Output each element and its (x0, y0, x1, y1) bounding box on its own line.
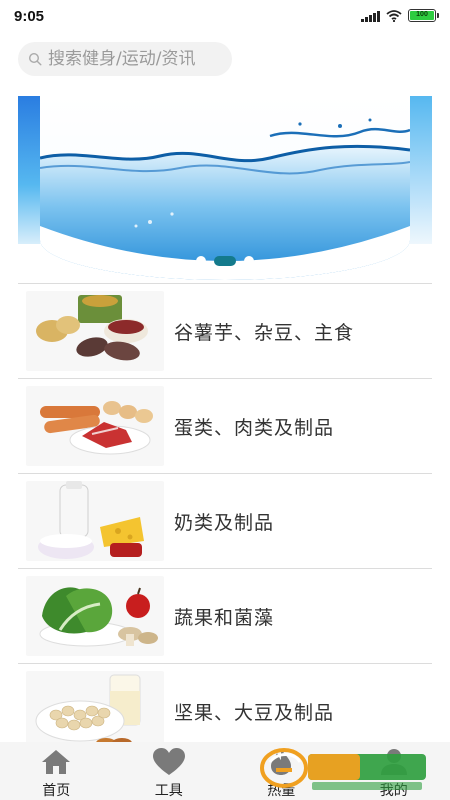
tab-home[interactable]: 首页 (0, 742, 113, 800)
tab-label: 热量 (267, 783, 296, 799)
category-item-vegetables-fruits[interactable]: 蔬果和菌藻 (18, 568, 432, 663)
carousel-dot-active[interactable] (214, 256, 236, 266)
flame-icon (271, 749, 292, 775)
status-time: 9:05 (14, 8, 45, 25)
tab-label: 我的 (379, 783, 408, 799)
battery-icon: 100 (408, 9, 439, 22)
banner-slide[interactable] (40, 96, 410, 280)
category-label: 坚果、大豆及制品 (174, 701, 335, 724)
wifi-icon (386, 9, 402, 22)
dairy-image (26, 481, 164, 561)
carousel-dot[interactable] (244, 256, 254, 266)
tab-label: 首页 (42, 783, 71, 799)
tab-label: 工具 (154, 783, 183, 799)
signal-icon (361, 10, 380, 22)
search-icon (28, 52, 42, 66)
status-bar: 9:05 100 (0, 0, 450, 34)
banner-prev-slide[interactable] (18, 96, 40, 244)
banner-water-image (40, 96, 410, 280)
search-input[interactable] (48, 49, 228, 69)
grains-image (26, 291, 164, 371)
nuts-soy-image (26, 671, 164, 751)
heart-icon (152, 748, 185, 775)
home-icon (42, 750, 71, 774)
food-category-list: 谷薯芋、杂豆、主食 蛋类、肉类及制品 奶类及制品 蔬果和菌藻 坚果、大豆及制品 (18, 283, 432, 758)
carousel-indicator[interactable] (18, 256, 432, 266)
search-bar[interactable] (18, 42, 232, 76)
category-item-dairy[interactable]: 奶类及制品 (18, 473, 432, 568)
category-label: 蔬果和菌藻 (174, 606, 275, 629)
category-label: 奶类及制品 (174, 511, 275, 534)
battery-level: 100 (410, 11, 434, 20)
tab-mine[interactable]: 我的 (338, 742, 450, 800)
tab-tools[interactable]: 工具 (113, 742, 226, 800)
status-icons: 100 (361, 9, 439, 22)
tab-calories[interactable]: 热量 (225, 742, 338, 800)
category-label: 谷薯芋、杂豆、主食 (174, 321, 355, 344)
vegetables-fruits-image (26, 576, 164, 656)
bottom-tab-bar: 首页 工具 热量 我的 (0, 742, 450, 800)
banner-carousel[interactable] (18, 96, 432, 280)
user-icon (380, 749, 407, 775)
carousel-dot[interactable] (196, 256, 206, 266)
category-item-eggs-meat[interactable]: 蛋类、肉类及制品 (18, 378, 432, 473)
banner-next-slide[interactable] (410, 96, 432, 244)
category-label: 蛋类、肉类及制品 (174, 416, 335, 439)
eggs-meat-image (26, 386, 164, 466)
category-item-grains[interactable]: 谷薯芋、杂豆、主食 (18, 283, 432, 378)
